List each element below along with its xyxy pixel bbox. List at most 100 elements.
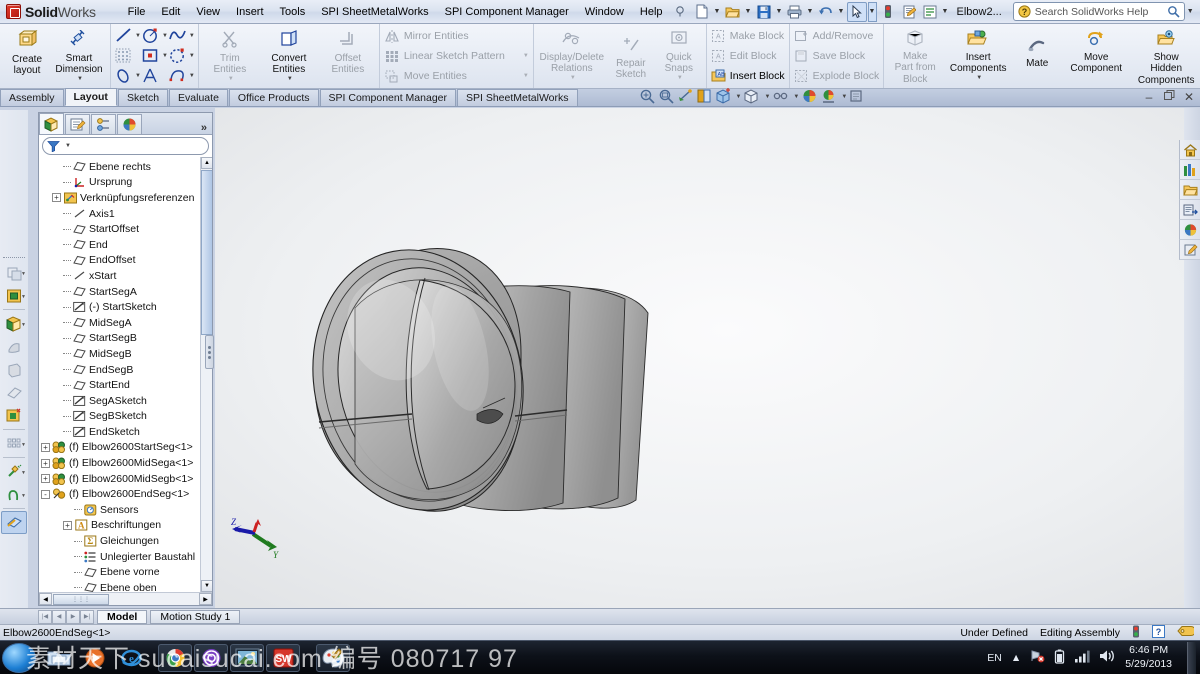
save-icon[interactable] — [754, 2, 774, 22]
scroll-down-button[interactable]: ▼ — [201, 580, 212, 592]
doc-restore-button[interactable] — [1162, 90, 1176, 104]
help-search-dropdown-icon[interactable]: ▼ — [1186, 2, 1195, 22]
pin-icon[interactable] — [671, 2, 691, 22]
display-style-icon[interactable] — [743, 88, 760, 107]
tree-item[interactable]: Axis1 — [41, 206, 200, 222]
doc-close-button[interactable]: ✕ — [1182, 90, 1196, 104]
change-transparency-button[interactable] — [1, 404, 27, 427]
tree-item[interactable]: StartSegB — [41, 331, 200, 347]
explode-block-button[interactable]: Explode Block — [792, 66, 882, 86]
file-explorer-button[interactable] — [1179, 180, 1200, 200]
next-icon[interactable]: ▶ — [66, 610, 80, 624]
tree-horizontal-scrollbar[interactable]: ◀ ⋮⋮⋮ ▶ — [39, 592, 212, 605]
tree-vertical-scrollbar[interactable]: ▲ ▼ — [200, 157, 212, 592]
insert-components-dropdown-icon[interactable]: ▼ — [976, 75, 982, 82]
assembly-grid-button[interactable]: ▼ — [1, 432, 27, 455]
tab-configuration-manager[interactable] — [91, 114, 116, 134]
shaded-with-edges-button[interactable] — [1, 358, 27, 381]
hidden-lines-button[interactable] — [1, 381, 27, 404]
signal-icon[interactable] — [1074, 649, 1090, 666]
rectangle-tool[interactable]: ▼ — [141, 46, 168, 65]
start-orb-icon[interactable] — [2, 643, 36, 673]
design-library-button[interactable] — [1179, 160, 1200, 180]
offset-entities-button[interactable]: Offset Entities — [320, 25, 376, 87]
elbow-pipe-model[interactable]: Z Y — [215, 108, 1200, 612]
first-icon[interactable]: |◀ — [38, 610, 52, 624]
mate-reference-dropdown-arrow-icon[interactable]: ▼ — [21, 470, 26, 476]
open-dropdown-icon[interactable]: ▼ — [744, 2, 753, 22]
insert-components-button[interactable]: Insert Components ▼ — [943, 25, 1013, 87]
arc-tool[interactable]: ▼ — [168, 46, 195, 65]
scroll-left-button[interactable]: ◀ — [39, 593, 52, 605]
tab-spi-sheetmetalworks[interactable]: SPI SheetMetalWorks — [457, 89, 578, 106]
feature-tree[interactable]: Ebene rechtsUrsprung+Verknüpfungsreferen… — [39, 157, 212, 592]
tray-language[interactable]: EN — [987, 652, 1002, 664]
save-block-button[interactable]: Save Block — [792, 46, 882, 66]
zoom-to-fit-icon[interactable] — [639, 88, 656, 107]
tree-item[interactable]: MidSegA — [41, 315, 200, 331]
conic-dropdown-icon[interactable]: ▼ — [189, 73, 195, 79]
trim-entities-button[interactable]: Trim Entities ▼ — [202, 25, 258, 87]
rebuild-indicator-icon[interactable] — [878, 2, 898, 22]
menu-tools[interactable]: Tools — [272, 3, 314, 21]
convert-entities-button[interactable]: Convert Entities ▼ — [258, 25, 320, 87]
tab-evaluate[interactable]: Evaluate — [169, 89, 228, 106]
show-hidden-icon[interactable]: ▲ — [1011, 652, 1021, 664]
tree-filter-input[interactable]: ▼ — [42, 137, 209, 155]
hide-show-items-icon[interactable] — [772, 88, 789, 107]
new-document-icon[interactable] — [692, 2, 712, 22]
tree-item[interactable]: (-) StartSketch — [41, 299, 200, 315]
zoom-to-area-icon[interactable] — [658, 88, 675, 107]
show-desktop-button[interactable] — [1187, 642, 1196, 674]
quick-snaps-dropdown-icon[interactable]: ▼ — [677, 75, 683, 82]
menu-view[interactable]: View — [188, 3, 228, 21]
undo-icon[interactable] — [816, 2, 836, 22]
new-document-dropdown-icon[interactable]: ▼ — [713, 2, 722, 22]
make-block-button[interactable]: A Make Block — [709, 26, 787, 46]
menu-file[interactable]: File — [120, 3, 154, 21]
tab-feature-manager-tree[interactable] — [39, 113, 64, 134]
tab-layout[interactable]: Layout — [65, 88, 117, 106]
hide-show-dropdown-arrow-icon[interactable]: ▼ — [21, 271, 26, 277]
internet-explorer-icon[interactable]: e — [114, 644, 148, 672]
view-settings-icon[interactable] — [849, 88, 863, 107]
smart-dimension-dropdown-icon[interactable]: ▼ — [77, 76, 83, 83]
tab-model[interactable]: Model — [97, 610, 147, 624]
tab-display-manager[interactable] — [117, 114, 142, 134]
tab-property-manager[interactable] — [65, 114, 90, 134]
scroll-up-button[interactable]: ▲ — [201, 157, 212, 169]
bittorrent-icon[interactable] — [194, 644, 228, 672]
edit-block-button[interactable]: A Edit Block — [709, 46, 787, 66]
spline-tool[interactable]: ▼ — [168, 26, 195, 45]
help-icon[interactable]: ? — [1152, 625, 1165, 641]
undo-dropdown-icon[interactable]: ▼ — [837, 2, 846, 22]
help-button[interactable]: ? — [1196, 2, 1200, 22]
edit-appearance-icon[interactable] — [801, 88, 818, 107]
trim-entities-dropdown-icon[interactable]: ▼ — [228, 76, 234, 83]
save-dropdown-icon[interactable]: ▼ — [775, 2, 784, 22]
appearance-button[interactable]: ▼ — [1, 312, 27, 335]
battery-icon[interactable] — [1054, 649, 1065, 667]
menu-edit[interactable]: Edit — [153, 3, 188, 21]
panel-splitter-handle[interactable] — [205, 335, 214, 369]
tree-item[interactable]: MidSegB — [41, 346, 200, 362]
tree-item[interactable]: xStart — [41, 268, 200, 284]
tree-item[interactable]: SegBSketch — [41, 409, 200, 425]
rebuild-indicator-icon[interactable] — [1132, 625, 1140, 641]
graphics-viewport[interactable]: Z Y — [215, 108, 1200, 612]
menu-window[interactable]: Window — [577, 3, 632, 21]
move-entities-button[interactable]: Move Entities ▼ — [382, 66, 531, 86]
tree-item[interactable]: StartSegA — [41, 284, 200, 300]
menu-help[interactable]: Help — [632, 3, 671, 21]
select-arrow-icon[interactable] — [847, 2, 867, 22]
view-orientation-icon[interactable] — [715, 88, 732, 107]
tree-item[interactable]: +ABeschriftungen — [41, 518, 200, 534]
view-orientation-dropdown-icon[interactable]: ▼ — [736, 94, 742, 100]
hide-show-button[interactable]: ▼ — [1, 261, 27, 284]
tree-item[interactable]: EndSegB — [41, 362, 200, 378]
linear-sketch-pattern-button[interactable]: Linear Sketch Pattern ▼ — [382, 46, 531, 66]
sketch-text-tool[interactable] — [141, 66, 168, 85]
tree-item[interactable]: EndSketch — [41, 424, 200, 440]
tab-spi-component-manager[interactable]: SPI Component Manager — [320, 89, 456, 106]
volume-icon[interactable] — [1099, 649, 1116, 666]
